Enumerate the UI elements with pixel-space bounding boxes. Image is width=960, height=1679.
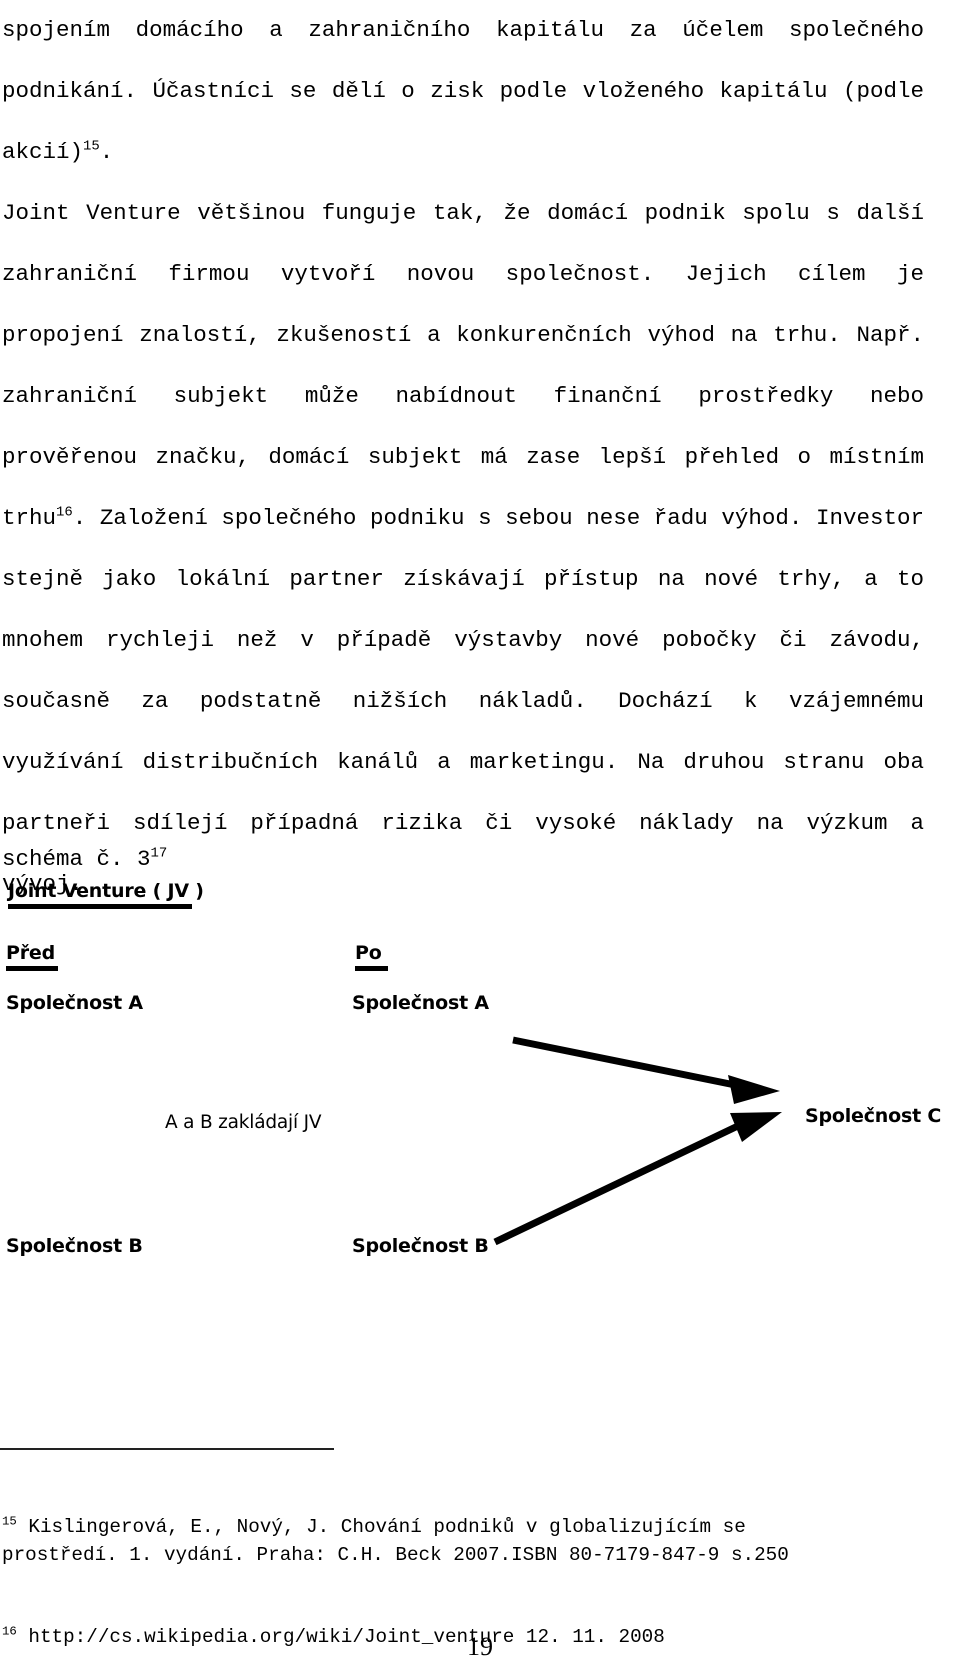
arrow-a-to-c: [512, 1036, 780, 1104]
footnote-ref-17: 17: [150, 845, 168, 862]
body-line-3-tail: .: [99, 139, 114, 165]
body-line-16: distribučních kanálů a marketingu. Na dr…: [142, 749, 924, 775]
body-line-4: Joint Venture většinou funguje tak, že d…: [2, 200, 726, 226]
page-number: 19: [467, 1632, 493, 1661]
footnote-15-number: 15: [2, 1514, 17, 1529]
body-line-11: . Založení společného podniku s sebou ne…: [72, 505, 708, 531]
figure-caption-text: schéma č. 3: [2, 846, 151, 872]
paragraph-continuation: spojením domácího a zahraničního kapitál…: [2, 0, 924, 183]
body-text-block: spojením domácího a zahraničního kapitál…: [2, 0, 924, 915]
figure-caption: schéma č. 317: [2, 842, 167, 876]
footnote-ref-16: 16: [56, 504, 73, 521]
paragraph-joint-venture: Joint Venture většinou funguje tak, že d…: [2, 183, 924, 915]
footnote-separator: [0, 1448, 334, 1450]
footnote-ref-15: 15: [83, 138, 100, 155]
joint-venture-diagram: Joint Venture ( JV ) Před Po Společnost …: [0, 880, 960, 1280]
footnote-15: 15 Kislingerová, E., Nový, J. Chování po…: [2, 1514, 942, 1569]
arrow-b-to-c: [493, 1112, 782, 1246]
diagram-arrows: [493, 1036, 782, 1246]
footnote-15-text: Kislingerová, E., Nový, J. Chování podni…: [2, 1516, 789, 1566]
body-line-9: značku, domácí subjekt má zase lepší pře…: [155, 444, 924, 470]
document-page: spojením domácího a zahraničního kapitál…: [0, 0, 960, 1679]
body-line-10: trhu: [2, 505, 57, 531]
body-line-1: spojením domácího a zahraničního kapitál…: [2, 17, 764, 43]
body-line-17: partneři sdílejí případná rizika či vyso…: [2, 810, 784, 836]
